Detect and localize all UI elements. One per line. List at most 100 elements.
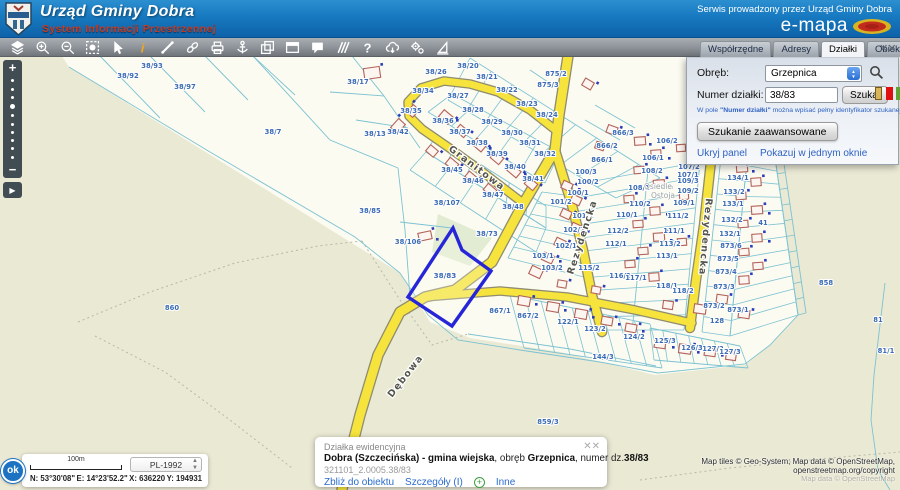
zoom-level-slider[interactable] — [10, 74, 15, 164]
popup-close-icon[interactable]: ✕✕ — [583, 441, 600, 452]
address-point — [592, 316, 595, 319]
address-point — [649, 143, 652, 146]
parcel-number-label: 115/2 — [578, 264, 600, 272]
select-area-icon[interactable] — [80, 38, 105, 56]
navigate-icon[interactable] — [430, 38, 455, 56]
parcel-number-input[interactable] — [765, 87, 838, 103]
zoom-level-dot[interactable] — [11, 156, 14, 159]
zoom-level-dot[interactable] — [11, 139, 14, 142]
zoom-level-dot[interactable] — [11, 114, 14, 117]
parcel-number-label: 873/2 — [703, 302, 725, 310]
measure-icon[interactable] — [155, 38, 180, 56]
zoom-to-object-link[interactable]: Zbliż do obiektu — [324, 477, 394, 488]
zoom-out-button[interactable]: − — [9, 164, 17, 176]
swatch-red[interactable] — [886, 87, 893, 100]
details-link[interactable]: Szczegóły (I) — [405, 477, 463, 488]
single-window-link[interactable]: Pokazuj w jednym oknie — [760, 148, 867, 159]
parcel-number-label: 81 — [873, 316, 883, 324]
parcel-number-label: 873/6 — [720, 242, 742, 250]
parcel-number-label: 81/1 — [878, 347, 895, 355]
popup-parcel-description: Dobra (Szczecińska) - gmina wiejska, obr… — [324, 453, 598, 464]
zoom-in-icon[interactable] — [30, 38, 55, 56]
lines-icon[interactable] — [330, 38, 355, 56]
print-icon[interactable] — [205, 38, 230, 56]
parcel-number-label: 867/2 — [517, 312, 539, 320]
copy-view-icon[interactable] — [255, 38, 280, 56]
parcel-number-label: 118/2 — [672, 287, 694, 295]
parcel-number-label: 126/3 — [681, 344, 703, 352]
zoom-level-dot[interactable] — [11, 96, 14, 99]
parcel-number-label: 38/73 — [476, 230, 498, 238]
svg-text:i: i — [141, 40, 145, 55]
parcel-number-label: 38/36 — [432, 117, 454, 125]
parcel-number-label: 110/2 — [629, 200, 651, 208]
parcel-number-label: 38/106 — [395, 238, 421, 246]
parcel-number-label: 127/3 — [719, 348, 741, 356]
swatch-green[interactable] — [896, 87, 900, 100]
coord-x: X: 636220 — [129, 474, 165, 483]
crs-select[interactable]: PL-1992 ▲▼ — [130, 457, 202, 472]
zoom-level-dot[interactable] — [10, 104, 15, 109]
zoom-level-dot[interactable] — [11, 88, 14, 91]
panel-expander-arrow-icon[interactable]: ▶ — [3, 182, 22, 198]
attribution-line1: Map tiles © Geo-System; Map data © OpenS… — [701, 457, 895, 466]
parcel-number-label: 113/1 — [656, 252, 678, 260]
address-point — [564, 309, 567, 312]
parcel-number-label: 38/29 — [481, 118, 503, 126]
parcel-number-label: 111/2 — [667, 212, 689, 220]
address-point — [436, 238, 439, 241]
parcel-number-label: 860 — [165, 304, 179, 312]
place-label: Ostoja — [651, 191, 675, 200]
address-point — [752, 170, 755, 173]
link-icon[interactable] — [180, 38, 205, 56]
tab-działki[interactable]: Działki — [821, 41, 865, 57]
hide-panel-link[interactable]: Ukryj panel — [697, 148, 747, 159]
parcel-number-label: 875/2 — [545, 70, 567, 78]
header-bar: Urząd Gminy Dobra System Informacji Prze… — [0, 0, 900, 38]
parcel-number-label: 106/1 — [642, 154, 664, 162]
parcel-number-label: 132/2 — [721, 216, 743, 224]
map-attribution: Map tiles © Geo-System; Map data © OpenS… — [701, 457, 895, 484]
zoom-level-dot[interactable] — [11, 147, 14, 150]
zoom-out-icon[interactable] — [55, 38, 80, 56]
parcel-number-label: 117/1 — [625, 274, 647, 282]
coordinates-readout: N: 53°30'08" E: 14°23'52.2" X: 636220 Y:… — [30, 474, 202, 483]
layout-icon[interactable] — [280, 38, 305, 56]
zoom-level-dot[interactable] — [11, 123, 14, 126]
swatch-yellow[interactable] — [875, 87, 882, 100]
add-icon[interactable]: + — [474, 477, 485, 488]
parcel-number-label: 38/7 — [265, 128, 282, 136]
zoom-in-button[interactable]: + — [9, 62, 17, 74]
parcel-number-label: 100/2 — [577, 178, 599, 186]
help-icon[interactable]: ? — [355, 38, 380, 56]
parcel-number-label: 132/1 — [719, 230, 741, 238]
select-stepper-icon[interactable]: ▲▼ — [847, 67, 860, 80]
other-link[interactable]: Inne — [496, 477, 515, 488]
address-point — [559, 260, 562, 263]
zoom-level-dot[interactable] — [11, 131, 14, 134]
tab-współrzędne[interactable]: Współrzędne — [700, 41, 771, 57]
obreb-select[interactable]: Grzepnica ▲▼ — [765, 65, 862, 82]
layers-icon[interactable] — [5, 38, 30, 56]
parcel-number-label: 133/2 — [723, 188, 745, 196]
info-icon[interactable]: i — [130, 38, 155, 56]
parcel-number-label: Numer działki: — [697, 89, 764, 101]
panel-close-icon[interactable]: ✕✕ — [879, 42, 895, 55]
settings-icon[interactable] — [405, 38, 430, 56]
parcel-number-label: 38/83 — [434, 271, 457, 280]
parcel-number-label: 38/93 — [141, 62, 163, 70]
zoom-level-dot[interactable] — [11, 79, 14, 82]
anchor-icon[interactable] — [230, 38, 255, 56]
hint-text: W pole "Numer działki" można wpisać pełn… — [697, 107, 895, 114]
parcel-number-label: 873/3 — [713, 283, 735, 291]
ok-button[interactable]: ok — [1, 459, 25, 483]
parcel-number-label: 109/2 — [677, 187, 699, 195]
cloud-download-icon[interactable] — [380, 38, 405, 56]
cursor-icon[interactable] — [105, 38, 130, 56]
advanced-search-button[interactable]: Szukanie zaawansowane — [697, 122, 838, 141]
search-icon[interactable] — [869, 65, 884, 80]
comment-icon[interactable] — [305, 38, 330, 56]
tab-adresy[interactable]: Adresy — [773, 41, 819, 57]
coord-e: E: 14°23'52.2" — [77, 474, 128, 483]
place-label: Osiedle — [644, 182, 672, 191]
